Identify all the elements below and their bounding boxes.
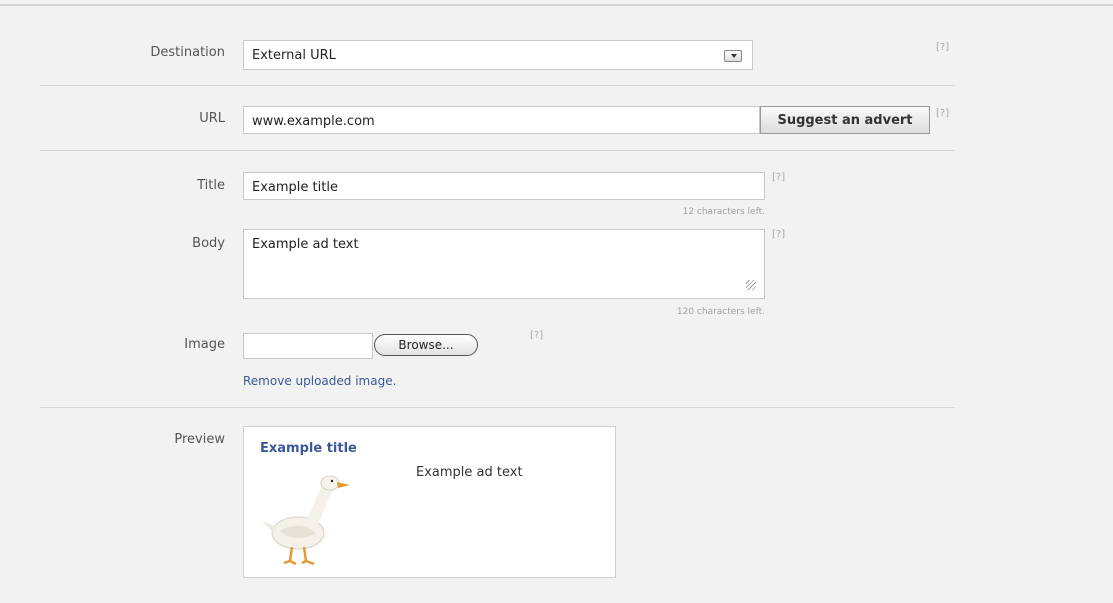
url-input[interactable]: www.example.com — [243, 106, 760, 134]
divider — [40, 150, 955, 151]
body-value: Example ad text — [252, 237, 359, 252]
remove-image-link[interactable]: Remove uploaded image. — [243, 374, 396, 388]
duck-image-icon[interactable] — [258, 465, 358, 569]
image-file-input[interactable] — [243, 333, 373, 359]
divider — [40, 407, 955, 408]
destination-select[interactable]: External URL — [243, 40, 753, 70]
destination-value: External URL — [252, 48, 336, 63]
body-label: Body — [192, 236, 225, 251]
preview-ad-body: Example ad text — [416, 465, 523, 480]
title-help-link[interactable]: [?] — [772, 172, 785, 183]
image-label: Image — [184, 337, 225, 352]
browse-button[interactable]: Browse... — [374, 334, 478, 356]
url-label: URL — [199, 111, 225, 126]
title-char-counter: 12 characters left. — [682, 207, 765, 217]
suggest-advert-button[interactable]: Suggest an advert — [760, 106, 930, 134]
resize-handle-icon[interactable] — [746, 280, 756, 290]
divider — [40, 85, 955, 86]
image-help-link[interactable]: [?] — [530, 330, 543, 341]
title-input[interactable]: Example title — [243, 172, 765, 200]
destination-label: Destination — [150, 45, 225, 60]
url-value: www.example.com — [252, 114, 375, 129]
url-help-link[interactable]: [?] — [936, 108, 949, 119]
destination-help-link[interactable]: [?] — [936, 42, 949, 53]
top-border — [0, 4, 1113, 6]
preview-label: Preview — [174, 432, 225, 447]
body-help-link[interactable]: [?] — [772, 229, 785, 240]
title-label: Title — [197, 178, 225, 193]
title-value: Example title — [252, 180, 338, 195]
body-textarea[interactable]: Example ad text — [243, 229, 765, 299]
body-char-counter: 120 characters left. — [676, 307, 765, 317]
chevron-down-icon[interactable] — [724, 50, 742, 62]
ad-preview: Example title Example ad text — [243, 426, 616, 578]
preview-ad-title[interactable]: Example title — [260, 441, 357, 456]
